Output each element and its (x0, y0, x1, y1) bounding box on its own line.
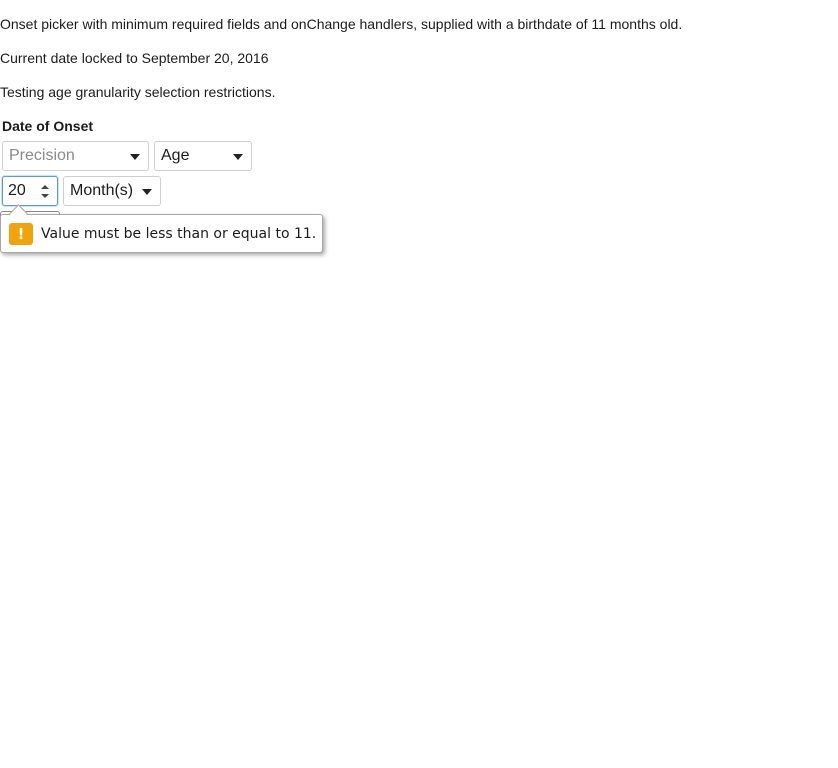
precision-select[interactable]: Precision (2, 141, 149, 171)
precision-placeholder: Precision (9, 147, 75, 164)
onset-type-select[interactable]: Age (154, 141, 252, 171)
warning-icon: ! (9, 223, 33, 245)
age-unit-select[interactable]: Month(s) (63, 176, 161, 206)
step-up-icon[interactable] (41, 185, 49, 189)
age-unit-value: Month(s) (70, 182, 134, 199)
description-line-1: Onset picker with minimum required field… (0, 16, 683, 32)
chevron-down-icon (233, 154, 243, 160)
age-number-input[interactable]: 20 (2, 176, 58, 206)
description-line-3: Testing age granularity selection restri… (0, 84, 276, 100)
validation-message: Value must be less than or equal to 11. (41, 226, 317, 242)
description-line-2: Current date locked to September 20, 201… (0, 50, 269, 66)
age-number-value: 20 (8, 182, 26, 199)
chevron-down-icon (130, 154, 140, 160)
step-down-icon[interactable] (41, 194, 49, 198)
onset-type-value: Age (161, 147, 190, 164)
tooltip-arrow (9, 204, 28, 223)
validation-tooltip: ! Value must be less than or equal to 11… (0, 204, 323, 253)
date-of-onset-legend: Date of Onset (2, 118, 94, 134)
chevron-down-icon (142, 189, 152, 195)
stepper-icon[interactable] (40, 184, 50, 200)
